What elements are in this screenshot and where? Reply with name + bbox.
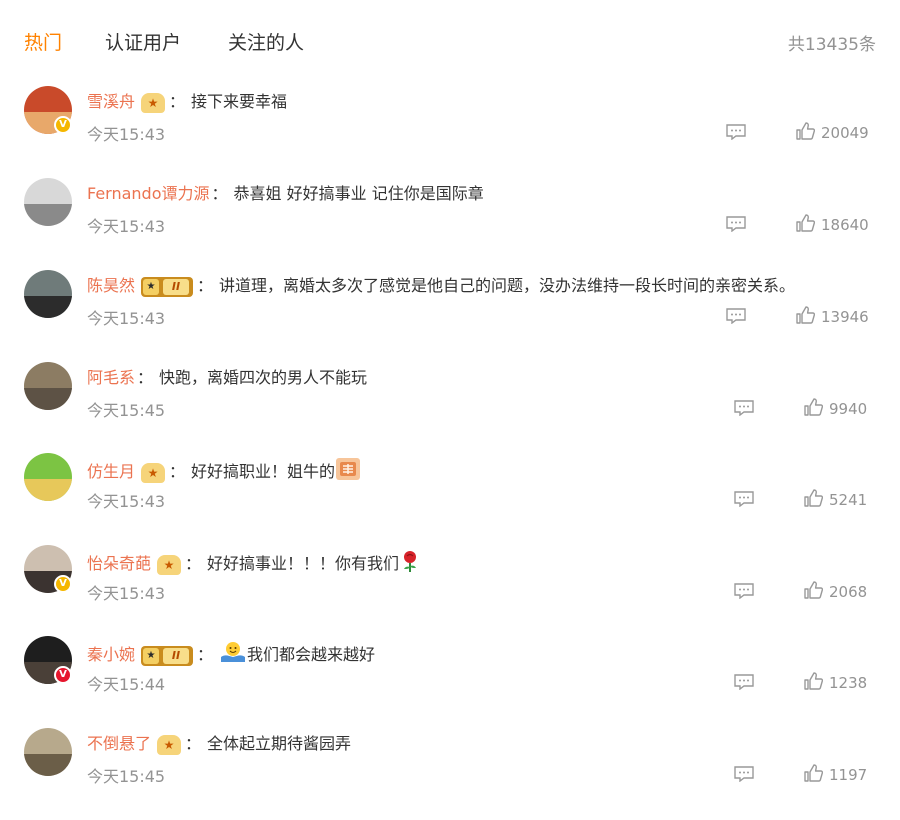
thumb-up-icon (795, 213, 815, 233)
like-button[interactable]: 1238 (803, 671, 867, 693)
comment-bubble-icon[interactable] (734, 491, 754, 507)
like-count: 5241 (829, 491, 868, 509)
comment-time: 今天15:44 (87, 675, 166, 694)
comment-total-count: 共13435条 (787, 35, 876, 55)
like-count: 1197 (829, 766, 868, 784)
comment-separator: ： (197, 645, 214, 664)
like-button[interactable]: 18640 (795, 213, 869, 235)
like-count: 20049 (821, 124, 869, 142)
comment-separator: ： (185, 554, 202, 573)
comment-time: 今天15:43 (87, 584, 166, 603)
comment-time: 今天15:43 (87, 125, 166, 144)
comment-bubble-icon[interactable] (734, 400, 754, 416)
comment-username[interactable]: 阿毛系 (87, 368, 135, 387)
tab-following[interactable]: 关注的人 (228, 28, 304, 55)
comment-item: 陈昊然 ★ II： 讲道理，离婚太多次了感觉是他自己的问题，没办法维持一段长时间的亲密… (0, 270, 900, 362)
comment-item: V 雪溪舟 ： 接下来要幸福 今天15:43 20049 (0, 86, 900, 178)
comment-username[interactable]: 仿生月 (87, 462, 135, 481)
avatar[interactable] (24, 178, 72, 226)
comment-item: 不倒悬了 ： 全体起立期待酱园弄 今天15:45 1197 (0, 728, 900, 820)
thumb-up-icon (803, 488, 823, 508)
tab-verified-users[interactable]: 认证用户 (105, 28, 181, 55)
vip-crown-icon[interactable]: ★ II (141, 276, 194, 297)
comment-bubble-icon[interactable] (726, 308, 746, 324)
comment-time: 今天15:45 (87, 767, 166, 786)
comment-tabs: 热门 认证用户 关注的人 共13435条 (0, 0, 900, 80)
avatar[interactable] (24, 453, 72, 501)
comment-username[interactable]: 怡朵奇葩 (87, 554, 151, 573)
comment-text: 讲道理，离婚太多次了感觉是他自己的问题，没办法维持一段长时间的亲密关系。 (219, 276, 796, 295)
comment-separator: ： (211, 184, 228, 203)
vip-level: II (163, 647, 190, 664)
avatar[interactable] (24, 728, 72, 776)
comment-username[interactable]: 秦小婉 (87, 645, 135, 664)
comment-bubble-icon[interactable] (726, 124, 746, 140)
thumb-up-icon (803, 763, 823, 783)
thumb-up-icon (803, 580, 823, 600)
comment-item: 仿生月 ： 好好搞职业！姐牛的 今天15:43 5241 (0, 453, 900, 545)
like-count: 9940 (829, 400, 868, 418)
comment-text: 快跑，离婚四次的男人不能玩 (159, 368, 368, 387)
avatar[interactable] (24, 270, 72, 318)
comment-bubble-icon[interactable] (726, 216, 746, 232)
zan-sticker-emoji (335, 457, 361, 488)
comment-item: V 怡朵奇葩 ： 好好搞事业！！！你有我们 今天15:43 2068 (0, 545, 900, 637)
comment-text: 接下来要幸福 (191, 92, 288, 111)
like-button[interactable]: 5241 (803, 488, 867, 510)
comment-username[interactable]: Fernando谭力源 (87, 184, 210, 203)
comment-username[interactable]: 雪溪舟 (87, 92, 135, 111)
vip-crown-icon[interactable] (157, 734, 182, 755)
comment-separator: ： (197, 276, 214, 295)
comment-item: Fernando谭力源： 恭喜姐 好好搞事业 记住你是国际章 今天15:43 18… (0, 178, 900, 270)
comment-time: 今天15:43 (87, 217, 166, 236)
like-count: 18640 (821, 216, 869, 234)
comment-text: 好好搞职业！姐牛的 (191, 462, 336, 481)
comment-time: 今天15:43 (87, 492, 166, 511)
comment-separator: ： (169, 462, 186, 481)
hug-emoji (219, 640, 247, 671)
verified-badge-icon: V (54, 666, 72, 684)
rose-emoji (399, 549, 421, 580)
like-button[interactable]: 20049 (795, 121, 869, 143)
comment-time: 今天15:43 (87, 309, 166, 328)
vip-crown-icon[interactable]: ★ II (141, 645, 194, 666)
comment-separator: ： (137, 368, 154, 387)
like-button[interactable]: 13946 (795, 305, 869, 327)
comment-separator: ： (169, 92, 186, 111)
comment-text: 我们都会越来越好 (247, 645, 376, 664)
vip-level: II (163, 278, 190, 295)
like-count: 2068 (829, 583, 868, 601)
verified-badge-icon: V (54, 116, 72, 134)
comment-bubble-icon[interactable] (734, 766, 754, 782)
comment-time: 今天15:45 (87, 401, 166, 420)
thumb-up-icon (795, 121, 815, 141)
comment-text: 恭喜姐 好好搞事业 记住你是国际章 (233, 184, 484, 203)
vip-crown-icon[interactable] (141, 462, 166, 483)
like-count: 1238 (829, 674, 868, 692)
thumb-up-icon (795, 305, 815, 325)
comment-username[interactable]: 陈昊然 (87, 276, 135, 295)
verified-badge-icon: V (54, 575, 72, 593)
comment-text: 全体起立期待酱园弄 (207, 734, 352, 753)
like-button[interactable]: 1197 (803, 763, 867, 785)
comment-text: 好好搞事业！！！你有我们 (207, 554, 400, 573)
avatar[interactable] (24, 362, 72, 410)
like-button[interactable]: 9940 (803, 397, 867, 419)
comment-separator: ： (185, 734, 202, 753)
comment-item: V 秦小婉 ★ II： 我们都会越来越好 今天15:44 1238 (0, 636, 900, 728)
thumb-up-icon (803, 671, 823, 691)
comment-username[interactable]: 不倒悬了 (87, 734, 151, 753)
comment-item: 阿毛系： 快跑，离婚四次的男人不能玩 今天15:45 9940 (0, 362, 900, 454)
like-button[interactable]: 2068 (803, 580, 867, 602)
vip-crown-icon[interactable] (141, 92, 166, 113)
comment-bubble-icon[interactable] (734, 583, 754, 599)
vip-crown-icon[interactable] (157, 554, 182, 575)
tab-hot[interactable]: 热门 (24, 28, 62, 55)
comment-bubble-icon[interactable] (734, 674, 754, 690)
thumb-up-icon (803, 397, 823, 417)
like-count: 13946 (821, 308, 869, 326)
